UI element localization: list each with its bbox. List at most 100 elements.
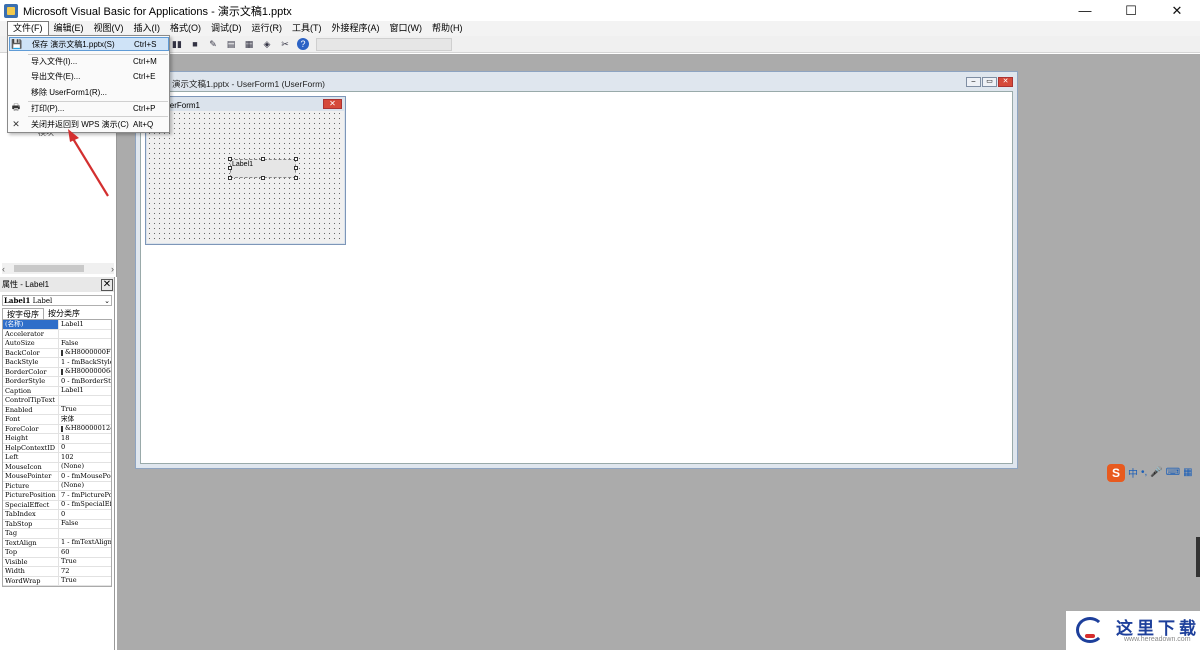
maximize-button[interactable]: ☐ (1108, 0, 1154, 21)
project-hscrollbar[interactable]: ‹ › (2, 263, 114, 274)
designer-restore-button[interactable]: ▭ (982, 77, 997, 87)
property-row[interactable]: (名称) Label1 (3, 320, 111, 330)
close-icon[interactable]: ✕ (101, 278, 113, 291)
property-row[interactable]: Height 18 (3, 434, 111, 444)
sogou-logo-icon[interactable]: S (1107, 463, 1125, 482)
property-row[interactable]: PicturePosition7 - fmPicturePositionAbov… (3, 491, 111, 501)
stop-icon[interactable]: ■ (189, 38, 201, 50)
menu-item-import[interactable]: 导入文件(I)... Ctrl+M (9, 54, 169, 68)
property-value[interactable]: 18 (59, 434, 111, 443)
property-row[interactable]: TabStop False (3, 519, 111, 529)
ime-punctuation[interactable]: •, (1141, 467, 1147, 478)
property-value[interactable]: True (59, 406, 111, 415)
menu-view[interactable]: 视图(V) (89, 21, 129, 36)
menu-tools[interactable]: 工具(T) (287, 21, 327, 36)
menu-grid-icon[interactable]: ▦ (1183, 467, 1192, 478)
property-value[interactable]: &H80000012& (59, 425, 111, 434)
property-row[interactable]: Caption Label1 (3, 386, 111, 396)
ime-mode[interactable]: 中 (1128, 465, 1138, 480)
menu-format[interactable]: 格式(O) (165, 21, 206, 36)
object-selector[interactable]: Label1 Label ⌄ (2, 295, 112, 306)
property-value[interactable]: 1 - fmBackStyleOpaque (59, 358, 111, 367)
close-window-button[interactable]: ✕ (1154, 0, 1200, 21)
property-row[interactable]: TextAlign1 - fmTextAlignLeft (3, 538, 111, 548)
property-value[interactable]: True (59, 558, 111, 567)
property-row[interactable]: Left 102 (3, 453, 111, 463)
resize-handle[interactable] (294, 166, 298, 170)
resize-handle[interactable] (261, 176, 265, 180)
microphone-icon[interactable]: 🎤 (1150, 467, 1162, 478)
property-row[interactable]: AutoSize False (3, 339, 111, 349)
property-value[interactable]: 0 - fmMousePointerDefault (59, 472, 111, 481)
userform-close-button[interactable]: ✕ (323, 99, 342, 109)
menu-debug[interactable]: 调试(D) (206, 21, 247, 36)
property-value[interactable]: True (59, 577, 111, 586)
menu-insert[interactable]: 插入(I) (129, 21, 166, 36)
property-value[interactable]: 宋体 (59, 415, 111, 424)
resize-handle[interactable] (294, 176, 298, 180)
property-value[interactable]: 0 - fmBorderStyleNone (59, 377, 111, 386)
property-row[interactable]: BackStyle1 - fmBackStyleOpaque (3, 358, 111, 368)
property-row[interactable]: Tag (3, 529, 111, 539)
property-row[interactable]: BorderColor &H80000006& (3, 367, 111, 377)
property-value[interactable]: 102 (59, 453, 111, 462)
property-value[interactable]: 7 - fmPicturePositionAboveCenter (59, 491, 111, 500)
property-row[interactable]: SpecialEffect0 - fmSpecialEffectFlat (3, 500, 111, 510)
property-value[interactable]: Label1 (59, 320, 111, 329)
property-row[interactable]: HelpContextID 0 (3, 443, 111, 453)
property-value[interactable]: 0 (59, 510, 111, 519)
menu-file[interactable]: 文件(F) (7, 21, 49, 36)
property-row[interactable]: Font 宋体 (3, 415, 111, 425)
property-value[interactable] (59, 330, 111, 339)
property-value[interactable]: &H8000000F& (59, 349, 111, 358)
resize-handle[interactable] (294, 157, 298, 161)
menu-item-export[interactable]: 导出文件(E)... Ctrl+E (9, 69, 169, 83)
scroll-thumb[interactable] (14, 265, 84, 272)
resize-handle[interactable] (228, 157, 232, 161)
property-value[interactable] (59, 529, 111, 538)
designer-minimize-button[interactable]: – (966, 77, 981, 87)
property-row[interactable]: WordWrap True (3, 576, 111, 586)
property-row[interactable]: ForeColor &H80000012& (3, 424, 111, 434)
menu-edit[interactable]: 编辑(E) (49, 21, 89, 36)
menu-help[interactable]: 帮助(H) (427, 21, 468, 36)
property-row[interactable]: Top 60 (3, 548, 111, 558)
property-row[interactable]: Accelerator (3, 329, 111, 339)
toolbox-icon[interactable]: ✂ (279, 38, 291, 50)
property-value[interactable]: False (59, 520, 111, 529)
menu-window[interactable]: 窗口(W) (385, 21, 428, 36)
property-row[interactable]: Picture (None) (3, 481, 111, 491)
help-icon[interactable]: ? (297, 38, 309, 50)
property-row[interactable]: BackColor&H8000000F& (3, 348, 111, 358)
menu-addins[interactable]: 外接程序(A) (327, 21, 385, 36)
menu-item-remove[interactable]: 移除 UserForm1(R)... (9, 85, 169, 99)
property-value[interactable]: False (59, 339, 111, 348)
property-row[interactable]: Width 72 (3, 567, 111, 577)
property-row[interactable]: MouseIcon (None) (3, 462, 111, 472)
tab-categorized[interactable]: 按分类序 (44, 308, 84, 319)
property-value[interactable] (59, 396, 111, 405)
designer-close-button[interactable]: ✕ (998, 77, 1013, 87)
resize-handle[interactable] (228, 176, 232, 180)
property-value[interactable]: 0 (59, 444, 111, 453)
property-value[interactable]: (None) (59, 482, 111, 491)
chevron-down-icon[interactable]: ⌄ (104, 297, 111, 305)
design-mode-icon[interactable]: ✎ (207, 38, 219, 50)
tab-alphabetic[interactable]: 按字母序 (2, 308, 44, 319)
property-row[interactable]: ControlTipText (3, 396, 111, 406)
property-row[interactable]: MousePointer0 - fmMousePointerDefault (3, 472, 111, 482)
property-row[interactable]: TabIndex 0 (3, 510, 111, 520)
property-row[interactable]: Enabled True (3, 405, 111, 415)
menu-item-save[interactable]: 💾 保存 演示文稿1.pptx(S) Ctrl+S (9, 37, 169, 51)
property-value[interactable]: &H80000006& (59, 368, 111, 377)
menu-item-print[interactable]: 🖶 打印(P)... Ctrl+P (9, 101, 169, 115)
scroll-right-icon[interactable]: › (111, 264, 114, 274)
property-value[interactable]: Label1 (59, 387, 111, 396)
menu-run[interactable]: 运行(R) (247, 21, 288, 36)
property-value[interactable]: 60 (59, 548, 111, 557)
property-value[interactable]: 72 (59, 567, 111, 576)
object-browser-icon[interactable]: ◈ (261, 38, 273, 50)
resize-handle[interactable] (261, 157, 265, 161)
property-value[interactable]: 1 - fmTextAlignLeft (59, 539, 111, 548)
property-row[interactable]: BorderStyle0 - fmBorderStyleNone (3, 377, 111, 387)
